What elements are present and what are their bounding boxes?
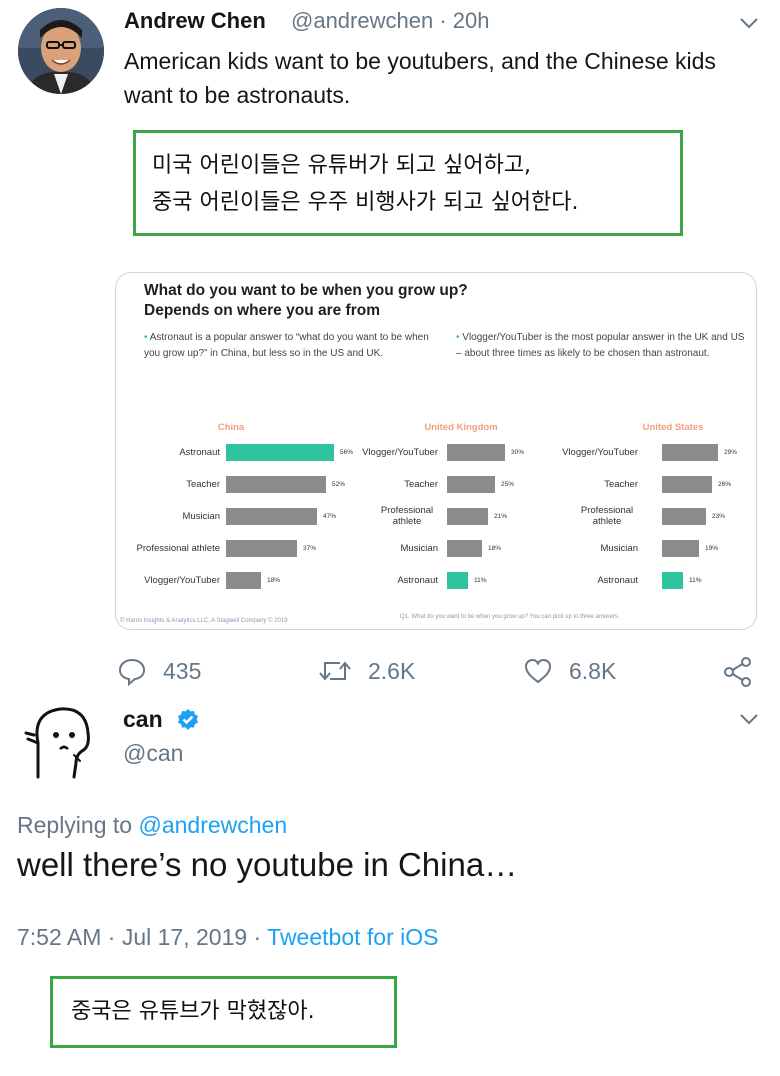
bar-value-label: 23% [712, 513, 726, 520]
bar [447, 476, 495, 493]
share-button[interactable] [722, 656, 754, 688]
bar-value-label: 11% [689, 577, 702, 584]
bar-label: Musician [182, 511, 221, 522]
like-button[interactable]: 6.8K [523, 654, 616, 688]
bar-value-label: 47% [323, 513, 337, 520]
reply-author-handle[interactable]: @can [123, 740, 183, 767]
bar-value-label: 37% [303, 545, 317, 552]
bar-value-label: 30% [511, 449, 525, 456]
bar [662, 572, 683, 589]
bar-label: Professional athlete [580, 505, 634, 527]
bar [447, 572, 468, 589]
chart-bullet-right: • Vlogger/YouTuber is the most popular a… [456, 330, 746, 362]
chart-bullet-left: • Astronaut is a popular answer to “what… [144, 330, 429, 362]
bar-label: Professional athlete [380, 505, 434, 527]
client-link[interactable]: Tweetbot for iOS [267, 924, 438, 950]
bar-value-label: 29% [724, 449, 738, 456]
panel-title: China [217, 422, 245, 433]
bar-label: Astronaut [397, 575, 438, 586]
bar-label: Professional athlete [136, 543, 220, 554]
reply-count: 435 [163, 657, 202, 684]
verified-badge-icon [176, 708, 200, 732]
bar-label: Teacher [404, 479, 438, 490]
chart-copyright: © Harris Insights & Analytics LLC, A Sta… [120, 618, 288, 624]
replying-to-link[interactable]: @andrewchen [138, 812, 287, 838]
bar-value-label: 18% [488, 545, 502, 552]
chart-image[interactable]: What do you want to be when you grow up?… [115, 272, 757, 630]
bar-label: Vlogger/YouTuber [362, 447, 438, 458]
tweet-text: American kids want to be youtubers, and … [124, 48, 716, 108]
panel-title: United States [642, 422, 704, 433]
retweet-icon [319, 661, 351, 681]
author-handle-and-time[interactable]: @andrewchen · 20h [291, 8, 489, 34]
reply-author-avatar[interactable] [24, 703, 96, 779]
bar [662, 476, 712, 493]
bar-label: Musician [400, 543, 439, 554]
bar [662, 444, 718, 461]
bar-label: Astronaut [597, 575, 638, 586]
like-icon [524, 658, 552, 684]
bar [226, 444, 334, 461]
bullet-text: Vlogger/YouTuber is the most popular ans… [456, 332, 745, 359]
bullet-text: Astronaut is a popular answer to “what d… [144, 332, 429, 359]
bar [447, 444, 505, 461]
panel-title: United Kingdom [424, 422, 498, 433]
bar-label: Teacher [186, 479, 220, 490]
author-name[interactable]: Andrew Chen [124, 8, 266, 34]
chart-title: What do you want to be when you grow up?… [144, 282, 468, 319]
reply-author-name[interactable]: can [123, 706, 163, 733]
bar-value-label: 19% [705, 545, 719, 552]
bar [447, 508, 488, 525]
retweet-count: 2.6K [368, 657, 416, 684]
reply-button[interactable]: 435 [117, 654, 201, 688]
bar-value-label: 11% [474, 577, 487, 584]
bar-label: Vlogger/YouTuber [144, 575, 220, 586]
chevron-down-icon[interactable] [738, 12, 760, 34]
replying-to: Replying to @andrewchen [17, 812, 287, 839]
tweet-meta: 7:52 AM · Jul 17, 2019 · Tweetbot for iO… [17, 924, 438, 951]
translation-line: 중국은 유튜브가 막혔잖아. [71, 999, 315, 1024]
bar [447, 540, 482, 557]
bar-value-label: 21% [494, 513, 508, 520]
like-count: 6.8K [569, 657, 617, 684]
translation-line: 미국 어린이들은 유튜버가 되고 싶어하고, [152, 153, 532, 178]
reply-icon [118, 658, 146, 686]
share-icon [724, 657, 751, 687]
bar-label: Astronaut [179, 447, 220, 458]
bar [662, 508, 706, 525]
tweet-time[interactable]: 20h [453, 8, 490, 33]
bar [226, 508, 317, 525]
chart-question-note: Q1. What do you want to be when you grow… [400, 614, 620, 620]
translation-line: 중국 어린이들은 우주 비행사가 되고 싶어한다. [152, 190, 579, 215]
bar [226, 540, 297, 557]
reply-text: well there’s no youtube in China… [17, 846, 518, 883]
bar-value-label: 25% [501, 481, 515, 488]
bar [226, 476, 326, 493]
chevron-down-icon[interactable] [738, 708, 760, 730]
bar-label: Musician [600, 543, 639, 554]
author-handle[interactable]: @andrewchen [291, 8, 433, 33]
bar [226, 572, 261, 589]
replying-prefix: Replying to [17, 812, 139, 838]
author-avatar[interactable] [18, 8, 104, 94]
retweet-button[interactable]: 2.6K [318, 654, 415, 688]
tweet-timestamp[interactable]: 7:52 AM · Jul 17, 2019 · [17, 924, 267, 950]
separator-dot: · [433, 8, 453, 33]
bar-value-label: 18% [267, 577, 281, 584]
bar-label: Vlogger/YouTuber [562, 447, 638, 458]
translation-box: 미국 어린이들은 유튜버가 되고 싶어하고, 중국 어린이들은 우주 비행사가 … [133, 130, 683, 236]
bar [662, 540, 699, 557]
bar-label: Teacher [604, 479, 638, 490]
translation-box: 중국은 유튜브가 막혔잖아. [50, 976, 397, 1048]
bar-value-label: 26% [718, 481, 732, 488]
